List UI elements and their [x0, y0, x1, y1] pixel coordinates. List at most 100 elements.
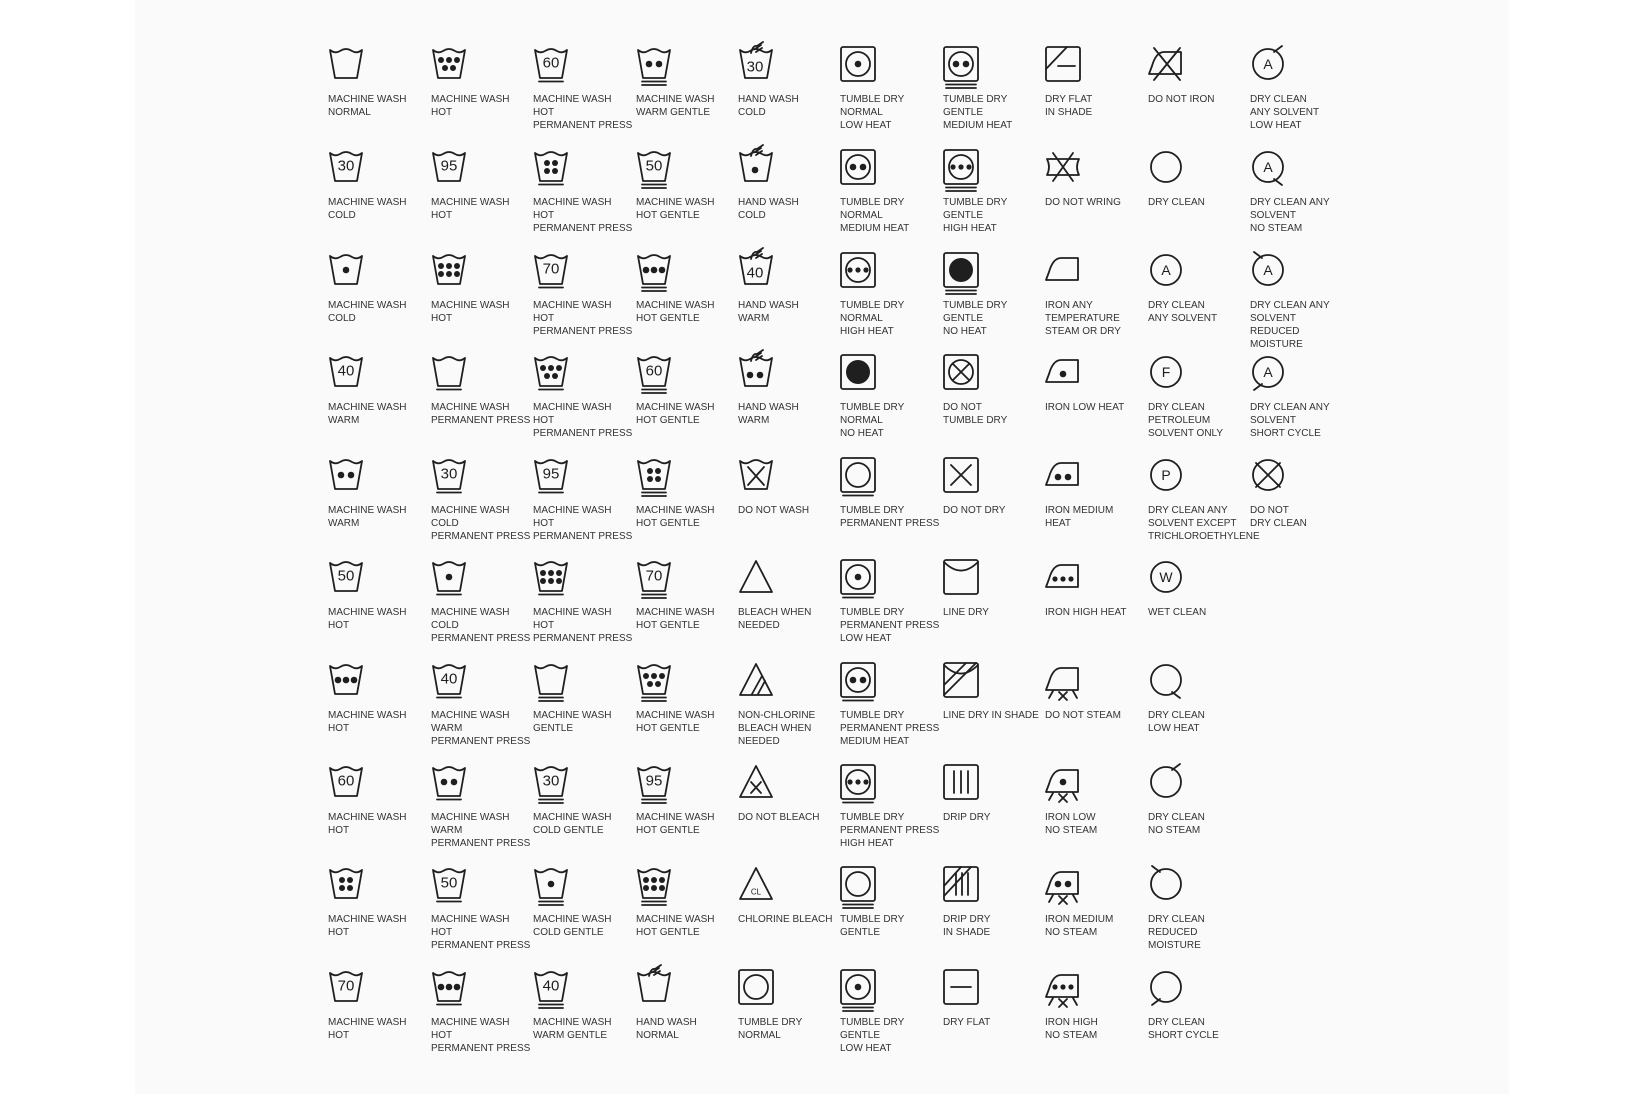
icon-text: P	[1161, 467, 1170, 483]
symbol-cell: NON-CHLORINE BLEACH WHEN NEEDED	[738, 660, 838, 760]
symbol-cell: A DRY CLEAN ANY SOLVENT LOW HEAT	[1250, 44, 1350, 144]
icon-text: A	[1161, 262, 1171, 278]
symbol-label: TUMBLE DRY NORMAL LOW HEAT	[840, 94, 905, 131]
symbol-label: MACHINE WASH HOT	[328, 710, 407, 734]
symbol-cell: 50 MACHINE WASH HOT PERMANENT PRESS	[431, 864, 531, 964]
symbol-cell: TUMBLE DRY PERMANENT PRESS	[840, 455, 940, 555]
symbol-cell: 30 MACHINE WASH COLD	[328, 147, 428, 247]
symbol-cell: IRON MEDIUM NO STEAM	[1045, 864, 1145, 964]
bleach-icon	[736, 557, 776, 597]
symbol-cell: DO NOT BLEACH	[738, 762, 838, 862]
symbol-label: IRON MEDIUM NO STEAM	[1045, 914, 1114, 938]
icon-text: 40	[747, 265, 764, 282]
symbol-label: LINE DRY	[943, 607, 989, 618]
icon-text: 60	[646, 363, 663, 380]
wash-95-icon: 95	[429, 147, 469, 187]
icon-text: 30	[338, 158, 355, 175]
symbol-label: HAND WASH COLD	[738, 94, 799, 118]
wash-permanent-press-icon	[429, 352, 469, 392]
symbol-label: TUMBLE DRY PERMANENT PRESS	[840, 505, 940, 529]
tumble-dry-pp-high-icon	[838, 762, 878, 804]
icon-text: 30	[543, 773, 560, 790]
wash-1dot-permanent-press-icon	[429, 557, 469, 597]
symbol-label: IRON LOW NO STEAM	[1045, 812, 1098, 836]
symbol-cell: MACHINE WASH GENTLE	[533, 660, 633, 760]
wash-6dot-gentle-icon	[634, 864, 674, 906]
symbol-cell: F DRY CLEAN PETROLEUM SOLVENT ONLY	[1148, 352, 1248, 452]
symbol-label: MACHINE WASH HOT PERMANENT PRESS	[533, 197, 633, 234]
symbol-cell: DO NOT TUMBLE DRY	[943, 352, 1043, 452]
symbol-label: MACHINE WASH COLD	[328, 197, 407, 221]
symbol-label: MACHINE WASH HOT	[431, 300, 510, 324]
symbol-label: MACHINE WASH WARM	[328, 505, 407, 529]
symbol-cell: 40 HAND WASH WARM	[738, 247, 838, 350]
symbol-label: MACHINE WASH HOT	[328, 914, 407, 938]
symbol-label: MACHINE WASH HOT GENTLE	[636, 300, 715, 324]
symbol-cell: MACHINE WASH COLD	[328, 250, 428, 350]
symbol-label: DO NOT WASH	[738, 505, 810, 516]
symbol-label: DO NOT STEAM	[1045, 710, 1121, 721]
symbol-cell: 70 MACHINE WASH HOT	[328, 967, 428, 1067]
symbol-cell: DRIP DRY IN SHADE	[943, 864, 1043, 964]
symbol-label: MACHINE WASH WARM PERMANENT PRESS	[431, 812, 531, 849]
symbol-label: MACHINE WASH HOT	[431, 94, 510, 118]
icon-text: 60	[338, 773, 355, 790]
symbol-label: HAND WASH NORMAL	[636, 1017, 697, 1041]
line-dry-shade-icon	[941, 660, 981, 700]
symbol-label: MACHINE WASH HOT	[328, 607, 407, 631]
symbol-label: MACHINE WASH HOT PERMANENT PRESS	[431, 914, 531, 951]
symbol-label: IRON LOW HEAT	[1045, 402, 1125, 413]
tumble-dry-high-icon	[838, 250, 878, 290]
symbol-cell: MACHINE WASH COLD PERMANENT PRESS	[431, 557, 531, 657]
do-not-dry-icon	[941, 455, 981, 495]
symbol-label: LINE DRY IN SHADE	[943, 710, 1039, 721]
symbol-label: MACHINE WASH COLD GENTLE	[533, 914, 612, 938]
symbol-label: IRON MEDIUM HEAT	[1045, 505, 1114, 529]
symbol-cell: TUMBLE DRY GENTLE LOW HEAT	[840, 967, 940, 1067]
care-symbols-grid: MACHINE WASH NORMAL 30 MACHINE WASH COLD MA…	[0, 0, 1644, 1094]
symbol-cell: IRON ANY TEMPERATURE STEAM OR DRY	[1045, 250, 1145, 350]
wash-4dot-icon	[326, 864, 366, 904]
icon-text: 60	[543, 55, 560, 72]
do-not-wring-icon	[1043, 147, 1083, 187]
symbol-cell: A DRY CLEAN ANY SOLVENT NO STEAM	[1250, 147, 1350, 247]
icon-text: 95	[646, 773, 663, 790]
dry-clean-f-icon: F	[1146, 352, 1186, 392]
symbol-label: DRY CLEAN PETROLEUM SOLVENT ONLY	[1148, 402, 1224, 439]
symbol-cell: 40 MACHINE WASH WARM	[328, 352, 428, 452]
wash-50-gentle-icon: 50	[634, 147, 674, 189]
icon-text: A	[1263, 159, 1273, 175]
icon-text: 70	[543, 261, 560, 278]
icon-text: A	[1263, 262, 1273, 278]
wash-normal-icon	[326, 44, 366, 84]
symbol-cell: IRON LOW NO STEAM	[1045, 762, 1145, 862]
wash-1dot-gentle-icon	[531, 864, 571, 906]
hand-wash-icon	[634, 964, 674, 1007]
symbol-label: MACHINE WASH HOT PERMANENT PRESS	[533, 300, 633, 337]
symbol-cell: DRY CLEAN NO STEAM	[1148, 762, 1248, 862]
drip-dry-icon	[941, 762, 981, 802]
symbol-label: DO NOT DRY CLEAN	[1250, 505, 1307, 529]
dry-clean-a-reduced-moisture-icon: A	[1248, 250, 1288, 290]
symbol-label: MACHINE WASH COLD PERMANENT PRESS	[431, 505, 531, 542]
wash-3dot-gentle-icon	[634, 250, 674, 292]
symbol-label: IRON HIGH HEAT	[1045, 607, 1127, 618]
tumble-dry-gentle-high-icon	[941, 147, 981, 192]
symbol-cell: MACHINE WASH HOT GENTLE	[636, 455, 736, 555]
dry-flat-icon	[941, 967, 981, 1007]
wash-50-permanent-press-icon: 50	[429, 864, 469, 904]
tumble-dry-gentle-medium-icon	[941, 44, 981, 89]
symbol-label: DRY CLEAN ANY SOLVENT NO STEAM	[1250, 197, 1330, 234]
symbol-cell: IRON MEDIUM HEAT	[1045, 455, 1145, 555]
symbol-cell: LINE DRY	[943, 557, 1043, 657]
symbol-cell: TUMBLE DRY GENTLE NO HEAT	[943, 250, 1043, 350]
symbol-label: MACHINE WASH HOT GENTLE	[636, 402, 715, 426]
symbol-label: MACHINE WASH WARM GENTLE	[533, 1017, 612, 1041]
symbol-label: TUMBLE DRY GENTLE NO HEAT	[943, 300, 1008, 337]
wash-2dot-permanent-press-icon	[429, 762, 469, 802]
symbol-cell: DRY CLEAN SHORT CYCLE	[1148, 967, 1248, 1067]
do-not-dry-clean-icon	[1248, 455, 1288, 495]
symbol-cell: MACHINE WASH HOT PERMANENT PRESS	[533, 557, 633, 657]
symbol-label: DO NOT TUMBLE DRY	[943, 402, 1008, 426]
symbol-label: MACHINE WASH HOT PERMANENT PRESS	[533, 402, 633, 439]
